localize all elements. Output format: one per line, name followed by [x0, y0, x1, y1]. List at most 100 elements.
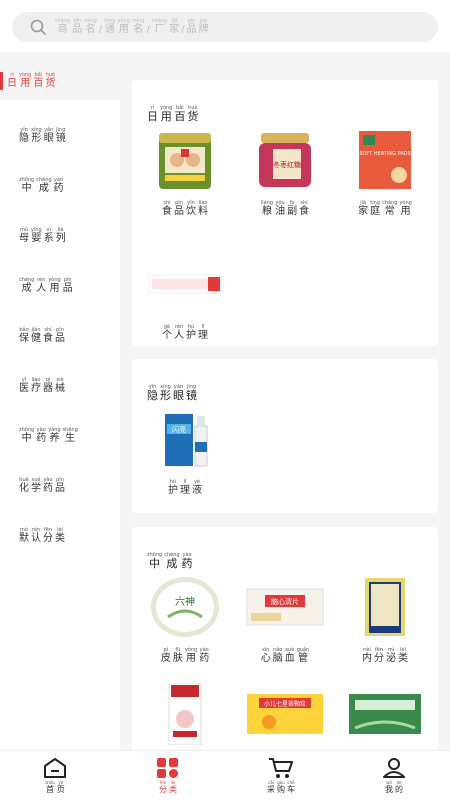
pinyin-char: xué 学	[31, 477, 41, 495]
pinyin-char: yè 液	[192, 479, 202, 497]
pinyin-char: huò 货	[187, 105, 198, 123]
pinyin-char: bǎo 保	[19, 327, 29, 345]
sidebar-item-daily-goods[interactable]: rì 日 yòng 用 bǎi 百 huò 货	[0, 60, 120, 102]
hanzi: 品	[55, 483, 65, 494]
hanzi: 药	[43, 483, 53, 494]
hanzi: 料	[198, 206, 208, 217]
product-cardio[interactable]: 脑心清片 xīn 心 nǎo 脑 xuè 血 guǎn 管	[240, 575, 330, 665]
hanzi: 品	[174, 206, 184, 217]
pinyin-char: /	[99, 18, 102, 36]
sidebar-item-chinese-patent-medicine[interactable]: zhōng 中 chéng 成 yào 药	[18, 166, 65, 194]
category-card-chinese-patent-medicine: zhōng 中 chéng 成 yào 药 六神 pí 皮 fū 肤 yòng 用 yào 药 脑心清片	[132, 527, 438, 757]
hanzi: 形	[31, 133, 42, 144]
pinyin-char: fēn 分	[159, 780, 167, 794]
tab-cart[interactable]: cǎi 采 gòu 购 chē 车	[251, 757, 311, 794]
sidebar-item-mother-baby[interactable]: mǔ 母 yīng 婴 xì 系 liè 列	[18, 216, 67, 244]
pinyin-char: xīn 心	[261, 647, 271, 665]
sidebar-item-chemical-drugs[interactable]: huà 化 xué 学 yào 药 pǐn 品	[18, 466, 66, 494]
sidebar-item-default-category[interactable]: mò 默 rèn 认 fēn 分 lèi 类	[18, 516, 66, 544]
product-personal-care[interactable]: gè 个 rén 人 hù 护 lǐ 理	[140, 252, 230, 342]
hanzi: 保	[19, 333, 29, 344]
pinyin-char: pǐn 品	[63, 277, 73, 295]
sidebar-item-adult-products[interactable]: chéng 成 rén 人 yòng 用 pǐn 品	[18, 266, 74, 294]
hanzi: 食	[162, 206, 172, 217]
hanzi: 名	[85, 24, 96, 35]
tablet-box-icon: 脑心清片	[240, 575, 330, 639]
product-household[interactable]: SOFT HEATING PADS jiā 家 tíng 庭 cháng 常 yòng 用	[340, 128, 430, 218]
care-solution-bottle-text: 闪亮	[172, 425, 186, 434]
hanzi: 货	[45, 78, 56, 89]
hanzi: 药	[36, 433, 47, 444]
hanzi: 学	[31, 483, 41, 494]
tab-home[interactable]: shǒu 首 yè 页	[25, 757, 85, 794]
ointment-tin-icon: 六神	[140, 575, 230, 639]
hanzi: 的	[395, 785, 403, 794]
product-grain-oil[interactable]: 冬枣红糖 liáng 粮 yóu 油 fù 副 shí 食	[240, 128, 330, 218]
pinyin-char: rèn 认	[31, 527, 41, 545]
hanzi: 镜	[186, 389, 197, 402]
pinyin-char: yòng 用	[118, 18, 130, 36]
home-icon	[44, 758, 66, 778]
pinyin-char: shāng 商	[55, 18, 70, 36]
pinyin-char: shí 食	[162, 200, 172, 218]
hanzi: 用	[20, 78, 31, 89]
pinyin-char: yóu 油	[275, 200, 285, 218]
pinyin-char: jiàn 健	[31, 327, 41, 345]
medicine-box-b-text: 小儿七星茶颗粒	[264, 700, 306, 708]
heating-pad-box-icon: SOFT HEATING PADS	[340, 128, 430, 192]
sidebar-item-health-food[interactable]: bǎo 保 jiàn 健 shí 食 pǐn 品	[18, 316, 66, 344]
sidebar-item-herbal-wellness[interactable]: zhōng 中 yào 药 yǎng 养 shēng 生	[18, 416, 79, 444]
sidebar-item-label: chéng 成 rén 人 yòng 用 pǐn 品	[18, 277, 74, 295]
pinyin-char: cháng 常	[382, 200, 397, 218]
hanzi: 脑	[272, 653, 283, 664]
pinyin-char: pǐn 品	[72, 18, 82, 36]
sidebar-item-label: mò 默 rèn 认 fēn 分 lèi 类	[18, 527, 66, 545]
product-label: pí 皮 fū 肤 yòng 用 yào 药	[160, 647, 210, 665]
hanzi: 母	[19, 233, 29, 244]
hanzi: 车	[287, 785, 295, 794]
pinyin-char: shí 食	[43, 327, 53, 345]
medicine-box-c-icon	[340, 682, 430, 746]
product-medicine-a[interactable]	[140, 682, 230, 746]
pinyin-char: xuè 血	[285, 647, 295, 665]
hanzi: 成	[38, 183, 49, 194]
product-care-solution[interactable]: 闪亮 hù 护 lǐ 理 yè 液	[140, 407, 230, 497]
pinyin-char: shēng 生	[63, 427, 78, 445]
product-endocrine[interactable]: nèi 内 fēn 分 mì 泌 lèi 类	[340, 575, 430, 665]
pinyin-char: cǎi 采	[267, 780, 275, 794]
hanzi: 分	[43, 533, 53, 544]
product-label: liáng 粮 yóu 油 fù 副 shí 食	[260, 200, 310, 218]
hanzi: 牌	[198, 24, 209, 35]
heating-pad-box-text: SOFT HEATING PADS	[359, 151, 410, 157]
search-input[interactable]: shāng 商 pǐn 品 míng 名 / tōng 通 yòng 用 míng 名 / chǎng 厂 ji…	[12, 12, 438, 42]
bottom-tab-bar: shǒu 首 yè 页 fēn 分 lèi 类 cǎi 采 gòu 购 chē 车 wǒ 我 de 的	[0, 750, 450, 800]
product-skin-medicine[interactable]: 六神 pí 皮 fū 肤 yòng 用 yào 药	[140, 575, 230, 665]
hanzi: 人	[36, 283, 47, 294]
pinyin-char: yào 药	[43, 477, 53, 495]
tab-label: wǒ 我 de 的	[384, 780, 404, 794]
sidebar-item-label: yǐn 隐 xíng 形 yǎn 眼 jìng 镜	[18, 127, 67, 145]
product-food-drink[interactable]: shí 食 pǐn 品 yǐn 饮 liào 料	[140, 128, 230, 218]
hanzi: 类	[398, 653, 408, 664]
hanzi: 分	[159, 785, 167, 794]
hanzi: 用	[118, 24, 129, 35]
hanzi: 日	[147, 110, 158, 123]
pinyin-char: fū 肤	[173, 647, 183, 665]
product-medicine-c[interactable]	[340, 682, 430, 746]
pinyin-char: yǎn 眼	[44, 127, 54, 145]
sidebar-item-contact-lens[interactable]: yǐn 隐 xíng 形 yǎn 眼 jìng 镜	[18, 116, 67, 144]
hanzi: 通	[104, 24, 115, 35]
hanzi: 饮	[186, 206, 196, 217]
sidebar-list: yǐn 隐 xíng 形 yǎn 眼 jìng 镜 zhōng 中 chéng 成 yào 药 mǔ 母 y…	[0, 100, 120, 750]
sidebar-item-medical-devices[interactable]: yī 医 liáo 疗 qì 器 xiè 械	[18, 366, 66, 394]
medicine-box-a-icon	[140, 682, 230, 746]
pinyin-char: pǐn 品	[174, 200, 184, 218]
hanzi: 护	[186, 330, 196, 341]
hanzi: 护	[168, 485, 178, 496]
tab-category[interactable]: fēn 分 lèi 类	[138, 757, 198, 794]
hanzi: 眼	[43, 133, 54, 144]
tab-me[interactable]: wǒ 我 de 的	[364, 757, 424, 794]
pinyin-char: chē 车	[287, 780, 295, 794]
hanzi: 百	[174, 110, 186, 123]
product-medicine-b[interactable]: 小儿七星茶颗粒	[240, 682, 330, 746]
